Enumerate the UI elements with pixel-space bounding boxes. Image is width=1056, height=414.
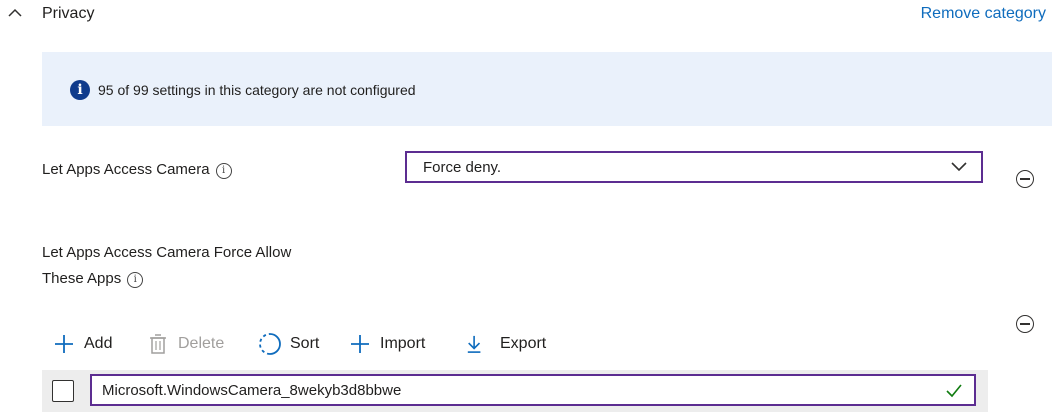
checkmark-icon	[946, 384, 962, 398]
force-allow-label-line2: These Apps	[42, 270, 122, 287]
info-icon: i	[70, 80, 90, 100]
remove-category-link[interactable]: Remove category	[921, 4, 1046, 24]
sort-button[interactable]: Sort	[258, 332, 319, 356]
app-id-value: Microsoft.WindowsCamera_8wekyb3d8bbwe	[102, 382, 402, 399]
download-arrow-icon	[467, 335, 481, 353]
camera-setting-label: Let Apps Access Camera i	[42, 160, 232, 180]
chevron-down-icon	[951, 162, 967, 172]
sort-label: Sort	[290, 335, 320, 352]
sort-icon	[259, 333, 281, 355]
dropdown-selected-value: Force deny.	[423, 159, 502, 176]
delete-button[interactable]: Delete	[148, 332, 224, 356]
force-allow-label-line2-wrap: These Apps i	[42, 269, 144, 289]
add-label: Add	[84, 335, 113, 352]
remove-setting-icon[interactable]	[1016, 170, 1034, 188]
camera-setting-dropdown[interactable]: Force deny.	[405, 151, 983, 183]
import-label: Import	[380, 335, 426, 352]
category-title: Privacy	[42, 5, 95, 22]
app-id-input[interactable]: Microsoft.WindowsCamera_8wekyb3d8bbwe	[90, 374, 976, 406]
force-allow-label-line1: Let Apps Access Camera Force Allow	[42, 244, 292, 261]
plus-icon	[351, 335, 369, 353]
info-banner-text: 95 of 99 settings in this category are n…	[98, 82, 416, 98]
export-button[interactable]: Export	[466, 332, 546, 356]
chevron-up-icon[interactable]	[8, 6, 22, 20]
add-button[interactable]: Add	[54, 332, 112, 356]
camera-setting-label-text: Let Apps Access Camera	[42, 161, 210, 178]
remove-setting-icon[interactable]	[1016, 315, 1034, 333]
row-checkbox[interactable]	[52, 380, 74, 402]
trash-icon	[150, 334, 166, 354]
plus-icon	[55, 335, 73, 353]
info-tooltip-icon[interactable]: i	[215, 163, 232, 179]
info-tooltip-icon[interactable]: i	[127, 272, 144, 288]
export-label: Export	[500, 335, 547, 352]
info-banner: i 95 of 99 settings in this category are…	[42, 52, 1052, 126]
import-button[interactable]: Import	[350, 332, 425, 356]
delete-label: Delete	[178, 335, 225, 352]
